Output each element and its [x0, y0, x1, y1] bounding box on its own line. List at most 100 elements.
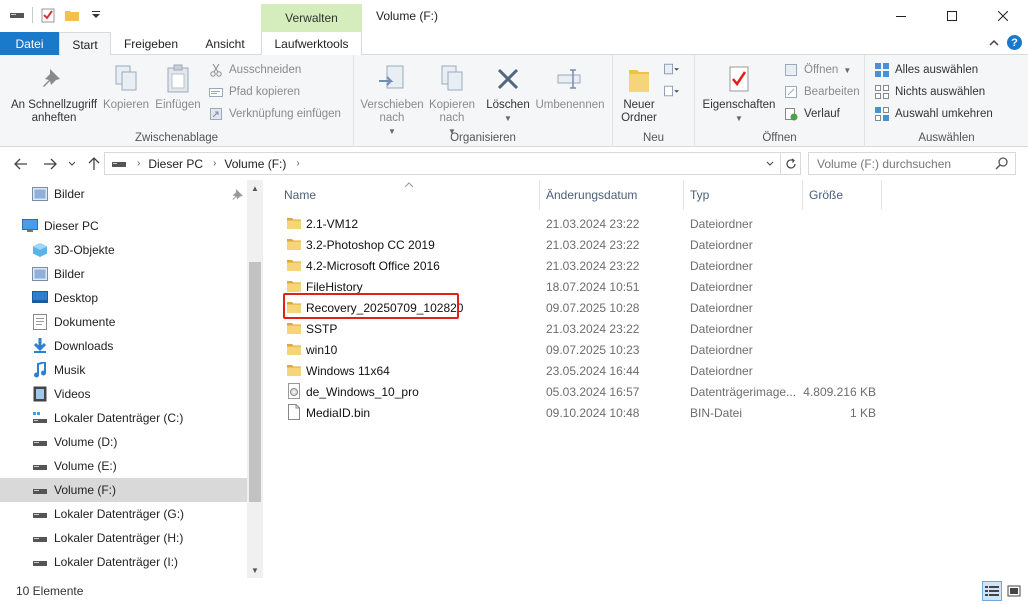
file-date: 23.05.2024 16:44	[546, 364, 640, 378]
edit-button[interactable]: Bearbeiten	[783, 82, 860, 102]
nav-scrollbar[interactable]: ▲ ▼	[247, 180, 263, 578]
nav-item[interactable]: Bilder	[0, 182, 247, 206]
nav-item[interactable]: Volume (F:)	[0, 478, 247, 502]
back-button[interactable]	[11, 154, 31, 174]
select-all-button[interactable]: Alles auswählen	[874, 60, 978, 80]
nav-item[interactable]: Lokaler Datenträger (H:)	[0, 526, 247, 550]
nav-item[interactable]: Desktop	[0, 286, 247, 310]
breadcrumb-separator-icon[interactable]: ›	[213, 158, 216, 169]
help-icon[interactable]: ?	[1007, 35, 1022, 50]
breadcrumb-volume-f[interactable]: Volume (F:)	[224, 157, 286, 171]
file-row[interactable]: FileHistory 18.07.2024 10:51 Dateiordner	[280, 276, 880, 297]
delete-button[interactable]: Löschen ▼	[482, 61, 534, 125]
column-header-name[interactable]: Name	[278, 180, 540, 210]
tab-freigeben[interactable]: Freigeben	[114, 32, 188, 55]
breadcrumb-separator-icon[interactable]: ›	[296, 158, 299, 169]
easy-access-icon[interactable]	[663, 83, 679, 99]
move-to-icon	[375, 61, 409, 97]
paste-button[interactable]: Einfügen	[152, 61, 204, 112]
nav-item[interactable]: Volume (E:)	[0, 454, 247, 478]
nav-item-label: Lokaler Datenträger (G:)	[54, 507, 185, 521]
address-field[interactable]: › Dieser PC › Volume (F:) ›	[104, 152, 801, 175]
delete-label: Löschen	[486, 99, 530, 111]
column-header-type[interactable]: Typ	[684, 180, 803, 210]
title-bar: Verwalten Volume (F:)	[0, 0, 1028, 32]
group-auswaehlen: Alles auswählen Nichts auswählen Auswahl…	[865, 55, 1028, 147]
new-folder-icon[interactable]	[63, 6, 81, 24]
nav-item[interactable]: Lokaler Datenträger (C:)	[0, 406, 247, 430]
properties-icon[interactable]	[39, 6, 57, 24]
nav-item-label: Dieser PC	[44, 219, 99, 233]
details-view-button[interactable]	[982, 581, 1002, 601]
refresh-button[interactable]	[780, 153, 800, 174]
file-row[interactable]: 3.2-Photoshop CC 2019 21.03.2024 23:22 Dat…	[280, 234, 880, 255]
file-row[interactable]: Windows 11x64 23.05.2024 16:44 Dateiordner	[280, 360, 880, 381]
properties-button[interactable]: Eigenschaften ▼	[699, 61, 779, 125]
tab-datei[interactable]: Datei	[0, 32, 59, 55]
tab-start[interactable]: Start	[59, 32, 111, 56]
pin-quick-access-button[interactable]: An Schnellzugriff anheften	[8, 61, 100, 125]
pin-icon	[232, 188, 244, 203]
customize-qat-icon[interactable]	[87, 6, 105, 24]
nav-item[interactable]: Volume (D:)	[0, 430, 247, 454]
arrow-right-icon	[44, 158, 57, 170]
new-item-icon[interactable]	[663, 61, 679, 77]
copy-to-button[interactable]: Kopieren nach ▼	[426, 61, 478, 138]
tab-laufwerktools[interactable]: Laufwerktools	[261, 32, 362, 55]
file-row[interactable]: SSTP 21.03.2024 23:22 Dateiordner	[280, 318, 880, 339]
open-button[interactable]: Öffnen ▼	[783, 60, 851, 80]
nav-item-label: Lokaler Datenträger (H:)	[54, 531, 184, 545]
nav-item[interactable]: 3D-Objekte	[0, 238, 247, 262]
minimize-button[interactable]	[875, 0, 926, 32]
scroll-up-icon[interactable]: ▲	[247, 180, 263, 196]
address-dropdown-button[interactable]	[760, 153, 780, 174]
group-label-auswaehlen: Auswählen	[918, 132, 975, 144]
nav-item[interactable]: Bilder	[0, 262, 247, 286]
forward-button[interactable]	[40, 154, 60, 174]
rename-button[interactable]: Umbenennen	[534, 61, 606, 112]
nav-item[interactable]: Musik	[0, 358, 247, 382]
file-row[interactable]: win10 09.07.2025 10:23 Dateiordner	[280, 339, 880, 360]
file-type: Dateiordner	[690, 238, 753, 252]
copy-button[interactable]: Kopieren	[100, 61, 152, 112]
collapse-ribbon-icon[interactable]	[989, 36, 999, 50]
large-icons-view-button[interactable]	[1004, 581, 1024, 601]
scroll-thumb[interactable]	[249, 262, 261, 502]
invert-selection-button[interactable]: Auswahl umkehren	[874, 104, 993, 124]
close-button[interactable]	[977, 0, 1028, 32]
paste-shortcut-button[interactable]: Verknüpfung einfügen	[208, 104, 341, 124]
edit-label: Bearbeiten	[804, 86, 860, 98]
breadcrumb-separator-icon[interactable]: ›	[137, 158, 140, 169]
search-input[interactable]: Volume (F:) durchsuchen	[808, 152, 1016, 175]
maximize-button[interactable]	[926, 0, 977, 32]
nav-item[interactable]: Lokaler Datenträger (G:)	[0, 502, 247, 526]
file-row[interactable]: de_Windows_10_pro 05.03.2024 16:57 Datentr…	[280, 381, 880, 402]
column-header-date[interactable]: Änderungsdatum	[540, 180, 684, 210]
history-icon	[783, 106, 799, 122]
nav-item-label: Volume (E:)	[54, 459, 117, 473]
file-row[interactable]: 4.2-Microsoft Office 2016 21.03.2024 23:2…	[280, 255, 880, 276]
drive-icon[interactable]	[8, 6, 26, 24]
history-button[interactable]: Verlauf	[783, 104, 840, 124]
nav-item[interactable]: Videos	[0, 382, 247, 406]
nav-item-label: 3D-Objekte	[54, 243, 115, 257]
nav-item[interactable]: Dieser PC	[0, 214, 247, 238]
up-button[interactable]	[84, 154, 104, 174]
tab-ansicht[interactable]: Ansicht	[195, 32, 255, 55]
nav-item[interactable]: Lokaler Datenträger (I:)	[0, 550, 247, 574]
search-placeholder: Volume (F:) durchsuchen	[817, 156, 952, 171]
breadcrumb-dieser-pc[interactable]: Dieser PC	[148, 157, 203, 171]
scroll-down-icon[interactable]: ▼	[247, 562, 263, 578]
file-row[interactable]: 2.1-VM12 21.03.2024 23:22 Dateiordner	[280, 213, 880, 234]
new-folder-button[interactable]: Neuer Ordner	[617, 61, 661, 125]
column-header-size[interactable]: Größe	[803, 180, 882, 210]
nav-item[interactable]: Downloads	[0, 334, 247, 358]
file-row[interactable]: Recovery_20250709_102820 09.07.2025 10:28…	[280, 297, 880, 318]
nav-item[interactable]: Dokumente	[0, 310, 247, 334]
cut-button[interactable]: Ausschneiden	[208, 60, 301, 80]
move-to-button[interactable]: Verschieben nach ▼	[358, 61, 426, 138]
select-none-button[interactable]: Nichts auswählen	[874, 82, 985, 102]
copy-path-button[interactable]: Pfad kopieren	[208, 82, 300, 102]
recent-locations-button[interactable]	[62, 154, 82, 174]
file-row[interactable]: MediaID.bin 09.10.2024 10:48 BIN-Datei 1 KB	[280, 402, 880, 423]
